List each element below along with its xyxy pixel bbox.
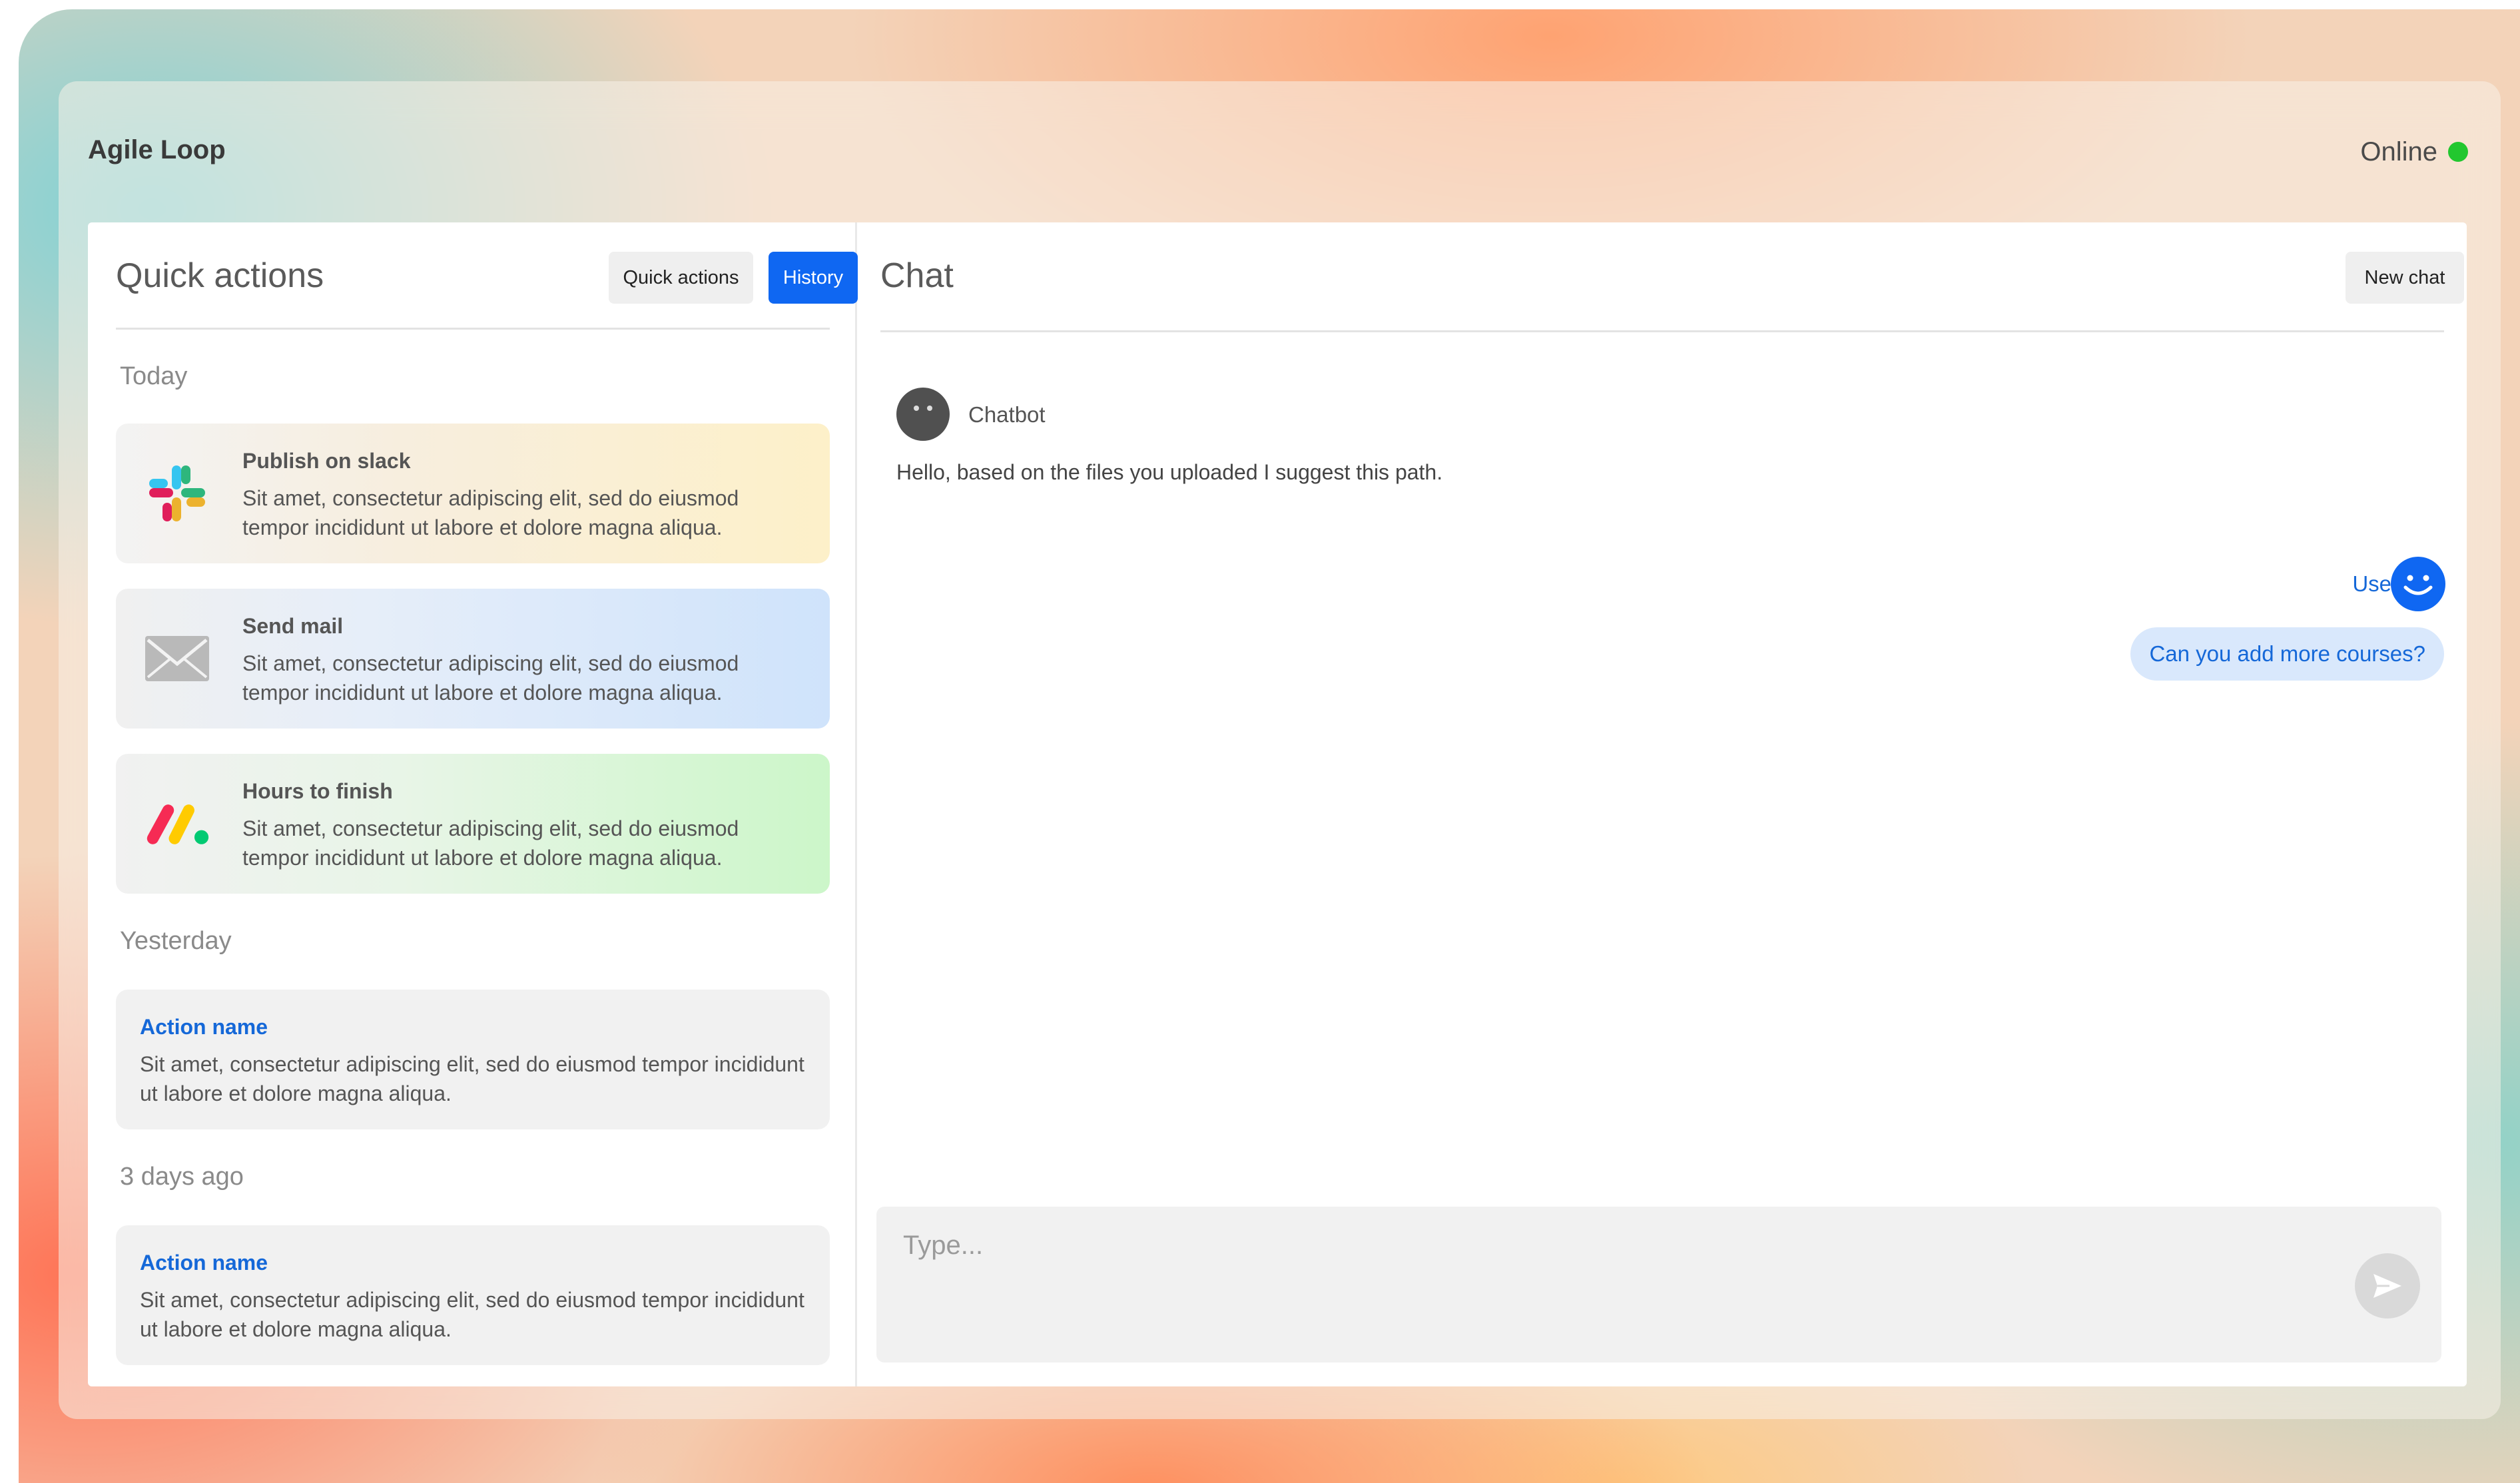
history-item-title: Action name [140,1251,268,1275]
action-card-send-mail[interactable]: Send mail Sit amet, consectetur adipisci… [116,589,830,729]
history-item[interactable]: Action name Sit amet, consectetur adipis… [116,1225,830,1365]
send-button[interactable] [2355,1253,2420,1319]
panel-title: Quick actions [116,256,324,295]
screen: Agile Loop Online Quick actions Quick ac… [0,0,2520,1483]
action-card-hours-to-finish[interactable]: Hours to finish Sit amet, consectetur ad… [116,754,830,894]
history-item-description: Sit amet, consectetur adipiscing elit, s… [140,1052,804,1105]
chat-header: Chat New chat [880,222,2464,332]
card-description: Sit amet, consectetur adipiscing elit, s… [242,486,739,539]
app-title: Agile Loop [88,135,226,164]
status-indicator-icon [2448,142,2468,162]
card-description: Sit amet, consectetur adipiscing elit, s… [242,651,739,705]
action-card-publish-slack[interactable]: Publish on slack Sit amet, consectetur a… [116,424,830,563]
history-item-title: Action name [140,1015,268,1039]
chat-panel: Chat New chat Chatbot Hello, based on th… [859,222,2467,1386]
chat-title: Chat [880,256,954,295]
card-description: Sit amet, consectetur adipiscing elit, s… [242,816,739,870]
section-label-today: Today [120,362,188,390]
status-label: Online [2360,137,2437,166]
tab-quick-actions[interactable]: Quick actions [609,252,753,304]
quick-actions-header: Quick actions Quick actions History [116,222,858,330]
connection-status: Online [2360,135,2468,168]
main-panel: Quick actions Quick actions History Toda… [88,222,2467,1386]
tab-history[interactable]: History [769,252,858,304]
chatbot-name: Chatbot [968,402,1046,427]
send-icon [2373,1274,2401,1298]
slack-icon [144,460,210,527]
chatbot-message: Hello, based on the files you uploaded I… [896,460,1443,484]
history-item[interactable]: Action name Sit amet, consectetur adipis… [116,990,830,1129]
card-title: Hours to finish [242,779,393,803]
user-avatar-icon [2391,557,2445,611]
section-label-3-days-ago: 3 days ago [120,1163,244,1191]
message-composer [876,1207,2441,1362]
monday-icon [144,790,210,857]
card-title: Send mail [242,614,344,638]
chatbot-avatar-icon [896,388,950,441]
quick-actions-panel: Quick actions Quick actions History Toda… [88,222,858,1386]
mail-icon [144,625,210,692]
section-label-yesterday: Yesterday [120,927,232,955]
user-message-bubble: Can you add more courses? [2130,627,2444,681]
new-chat-button[interactable]: New chat [2346,252,2464,304]
message-input[interactable] [903,1225,2302,1265]
history-item-description: Sit amet, consectetur adipiscing elit, s… [140,1288,804,1341]
card-title: Publish on slack [242,449,411,473]
